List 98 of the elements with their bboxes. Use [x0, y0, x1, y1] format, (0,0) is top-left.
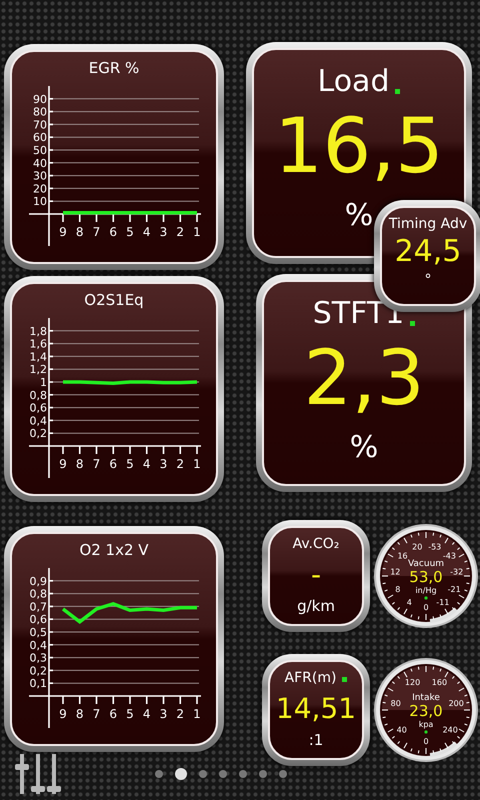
status-dot-icon — [424, 730, 428, 734]
axis-label: 7 — [92, 457, 100, 471]
axis-label: 9 — [59, 457, 67, 471]
chart-title: O2 1x2 V — [79, 540, 149, 560]
axis-label: 7 — [92, 707, 100, 721]
axis-label: 2 — [176, 225, 184, 239]
axis-label: 10 — [33, 195, 47, 208]
chart-title: O2S1Eq — [84, 290, 144, 310]
gauge-value: - — [310, 557, 322, 593]
axis-label: 0,6 — [30, 613, 47, 626]
axis-label: 1,8 — [30, 324, 47, 338]
dial-scale-label: -32 — [450, 568, 464, 577]
axis-label: 0,6 — [30, 402, 47, 415]
axis-label: 8 — [76, 457, 84, 471]
axis-label: 0,2 — [30, 664, 47, 678]
gauge-unit: g/km — [297, 596, 335, 616]
dial-scale-label: -11 — [436, 598, 450, 608]
axis-label: 2 — [176, 707, 184, 721]
dial-scale-label: 0 — [423, 737, 429, 746]
sliders-icon — [14, 754, 64, 794]
dial-scale-label: 12 — [390, 568, 400, 577]
dial-scale-label: 160 — [432, 678, 448, 688]
gauge-title: Av.CO₂ — [292, 535, 340, 554]
axis-label: 6 — [109, 457, 118, 471]
axis-label: 1 — [193, 457, 201, 471]
dial-scale-label: 40 — [396, 725, 407, 734]
status-dot-icon — [424, 596, 428, 600]
gauge-title: AFR(m) — [284, 669, 336, 688]
gauge-unit: % — [344, 198, 374, 234]
dial-scale-label: 240 — [442, 725, 458, 734]
dial-scale-label: 4 — [406, 598, 412, 608]
axis-label: 4 — [142, 707, 151, 721]
axis-label: 8 — [76, 707, 84, 721]
axis-label: 2 — [176, 457, 184, 471]
gauge-value: 16,5 — [274, 102, 444, 190]
axis-label: 0,7 — [30, 600, 47, 614]
axis-label: 0,9 — [30, 574, 47, 588]
gauge-unit: :1 — [308, 730, 324, 750]
axis-label: 3 — [160, 457, 168, 471]
axis-label: 90 — [33, 92, 47, 106]
dial-title: Intake — [412, 693, 440, 703]
axis-label: 80 — [33, 106, 47, 119]
gauge-value: 14,51 — [276, 691, 356, 727]
axis-label: 50 — [33, 144, 47, 157]
axis-label: 3 — [160, 225, 168, 239]
gauge-value: 24,5 — [394, 234, 462, 270]
dial-scale-label: 120 — [404, 678, 420, 688]
gauge-value: 2,3 — [304, 334, 424, 422]
dial-scale-label: 200 — [448, 699, 464, 708]
axis-label: 40 — [33, 156, 47, 170]
axis-label: 20 — [33, 182, 47, 196]
axis-label: 0,4 — [30, 638, 47, 652]
dial-scale-label: 0 — [423, 603, 429, 612]
axis-label: 6 — [109, 225, 118, 239]
axis-label: 1,4 — [30, 350, 47, 364]
axis-label: 8 — [76, 225, 84, 239]
axis-label: 1 — [193, 225, 201, 239]
dial-title: Vacuum — [408, 559, 444, 569]
axis-label: 3 — [160, 707, 168, 721]
axis-label: 5 — [126, 225, 134, 239]
dial-value: 53,0 — [409, 568, 443, 586]
gauge-title: Load — [318, 64, 390, 100]
axis-label: 1 — [193, 707, 201, 721]
gauge-title: Timing Adv — [388, 215, 468, 234]
axis-label: 5 — [126, 707, 134, 721]
axis-label: 0,8 — [30, 588, 47, 601]
axis-label: 70 — [33, 118, 47, 132]
gauge-unit: ° — [424, 271, 432, 290]
dial-value: 23,0 — [409, 702, 443, 720]
axis-label: 9 — [59, 225, 67, 239]
axis-label: 0,8 — [30, 388, 47, 402]
axis-label: 9 — [59, 707, 67, 721]
axis-label: 6 — [109, 707, 118, 721]
dial-scale-label: -21 — [448, 584, 461, 594]
axis-label: 1 — [40, 376, 47, 389]
axis-label: 1,2 — [30, 363, 47, 376]
dial-unit: in/Hg — [415, 586, 437, 595]
axis-label: 0,1 — [30, 677, 47, 690]
axis-label: 0,5 — [30, 626, 47, 639]
dial-scale-label: 20 — [412, 542, 422, 552]
axis-label: 7 — [92, 225, 100, 239]
dial-scale-label: -43 — [442, 552, 456, 561]
dial-scale-label: 80 — [390, 699, 401, 708]
dial-scale-label: 8 — [395, 584, 400, 594]
axis-label: 4 — [142, 225, 151, 239]
axis-label: 1,6 — [30, 338, 47, 351]
axis-label: 0,4 — [30, 414, 47, 428]
axis-label: 0,3 — [30, 652, 47, 665]
dial-scale-label: 16 — [397, 552, 408, 561]
chart-title: EGR % — [88, 58, 140, 78]
dial-unit: kpa — [418, 720, 434, 729]
axis-label: 30 — [33, 170, 47, 183]
dial-scale-label: -53 — [428, 542, 442, 552]
gauge-unit: % — [350, 430, 378, 466]
axis-label: 0,2 — [30, 427, 47, 440]
axis-label: 60 — [33, 131, 47, 144]
axis-label: 5 — [126, 457, 134, 471]
axis-label: 4 — [142, 457, 151, 471]
